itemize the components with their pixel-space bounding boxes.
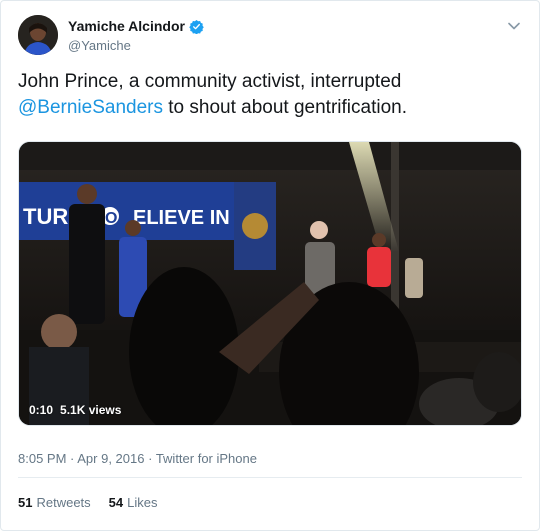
retweets-count: 51	[18, 495, 33, 510]
tweet-source[interactable]: Twitter for iPhone	[156, 451, 257, 466]
avatar-image	[18, 15, 58, 55]
likes-count: 54	[108, 495, 124, 510]
tweet-stats: 51 Retweets 54 Likes	[18, 495, 158, 510]
author-name[interactable]: Yamiche Alcindor	[68, 18, 185, 34]
video-meta: 0:10 5.1K views	[29, 403, 121, 417]
mention-link[interactable]: @BernieSanders	[18, 97, 163, 118]
divider	[18, 477, 522, 478]
video-player[interactable]: TURE O ELIEVE IN 0:10 5.1K views	[18, 141, 522, 426]
avatar[interactable]	[18, 15, 58, 55]
separator: ·	[66, 451, 78, 466]
tweet-text-rest: to shout about gentrification.	[162, 97, 407, 118]
tweet-card[interactable]: Yamiche Alcindor @Yamiche John Prince, a…	[0, 0, 540, 531]
video-frame: TURE O ELIEVE IN	[19, 142, 521, 425]
tweet-date[interactable]: Apr 9, 2016	[77, 451, 144, 466]
video-duration: 0:10	[29, 403, 54, 417]
verified-badge-icon	[189, 19, 204, 34]
retweets-label: Retweets	[36, 495, 91, 510]
likes-label: Likes	[127, 495, 158, 510]
retweets-stat[interactable]: 51 Retweets	[18, 495, 91, 510]
tweet-metadata: 8:05 PM · Apr 9, 2016 · Twitter for iPho…	[18, 451, 257, 466]
author-handle[interactable]: @Yamiche	[68, 38, 131, 53]
separator: ·	[144, 451, 156, 466]
banner-text-right: ELIEVE IN	[133, 207, 230, 229]
likes-stat[interactable]: 54 Likes	[109, 495, 158, 510]
banner-text-mid: O	[105, 210, 117, 227]
tweet-time[interactable]: 8:05 PM	[18, 451, 66, 466]
tweet-text: John Prince, a community activist, inter…	[18, 69, 518, 121]
chevron-down-icon[interactable]	[507, 19, 521, 33]
video-views: 5.1K views	[60, 403, 122, 417]
tweet-text-line1: John Prince, a community activist, inter…	[18, 71, 402, 92]
